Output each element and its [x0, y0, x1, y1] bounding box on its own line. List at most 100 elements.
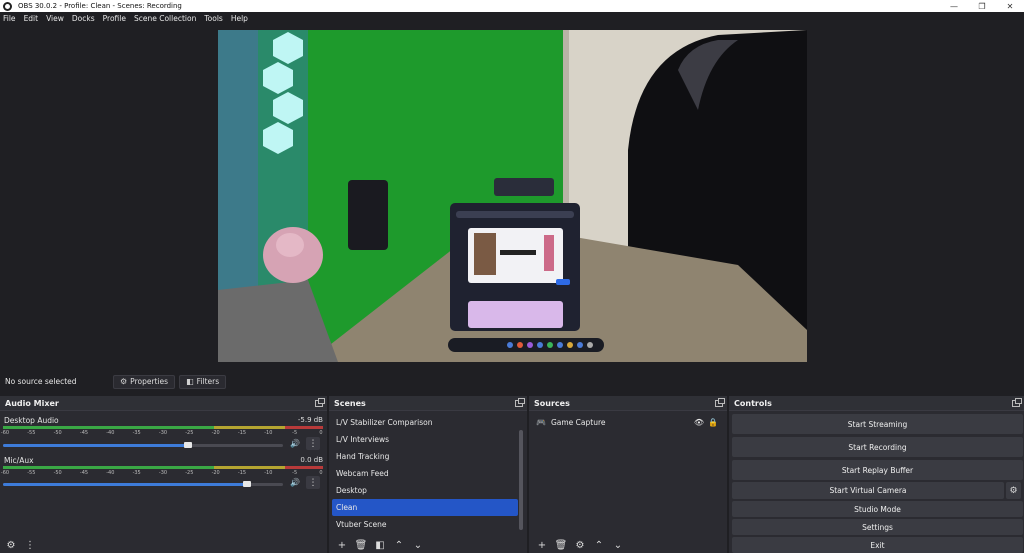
- restore-icon[interactable]: ❐: [968, 0, 996, 12]
- speaker-icon[interactable]: 🔊: [290, 478, 300, 487]
- add-scene-icon[interactable]: +: [334, 538, 350, 552]
- source-toolbar: No source selected ⚙ Properties ◧ Filter…: [0, 373, 1024, 390]
- sources-header: Sources: [529, 396, 727, 411]
- move-up-icon[interactable]: ⌃: [391, 538, 407, 552]
- filters-button[interactable]: ◧ Filters: [179, 374, 227, 389]
- db-tick-label: -50: [53, 470, 62, 476]
- scene-item[interactable]: L/V Interviews: [332, 431, 518, 448]
- mixer-channel-mic-aux: Mic/Aux 0.0 dB -60 -55 -50 -45 -40 -35 -30 -25-…: [0, 456, 326, 492]
- controls-header: Controls: [729, 396, 1024, 411]
- start-replay-buffer-button[interactable]: Start Replay Buffer: [732, 460, 1023, 480]
- source-list: 🎮 Game Capture 👁 🔒: [532, 414, 724, 431]
- scene-item[interactable]: Desktop: [332, 482, 518, 499]
- audio-mixer-title: Audio Mixer: [5, 398, 59, 408]
- exit-button[interactable]: Exit: [732, 537, 1023, 553]
- controls-dock: Controls Start Streaming Start Recording…: [729, 396, 1024, 553]
- volume-slider-handle[interactable]: [183, 442, 192, 448]
- undock-icon[interactable]: [515, 398, 525, 407]
- audio-mixer-dock: Audio Mixer Desktop Audio -5.9 dB -60 -55…: [0, 396, 327, 553]
- menu-scene-collection[interactable]: Scene Collection: [134, 14, 196, 23]
- channel-db: 0.0 dB: [300, 456, 323, 464]
- minimize-icon[interactable]: —: [940, 0, 968, 12]
- sources-title: Sources: [534, 398, 570, 408]
- db-tick-label: -30: [158, 470, 168, 476]
- menu-file[interactable]: File: [3, 14, 16, 23]
- volume-slider-fill: [3, 444, 188, 447]
- move-up-icon[interactable]: ⌃: [591, 538, 607, 552]
- volume-slider-handle[interactable]: [242, 481, 251, 487]
- source-properties-icon[interactable]: ⚙: [572, 538, 588, 552]
- title-bar: OBS 30.0.2 - Profile: Clean - Scenes: Re…: [0, 0, 1024, 12]
- preview-image: [218, 30, 807, 362]
- db-tick-label: -50: [53, 430, 62, 436]
- lock-icon[interactable]: 🔒: [708, 418, 718, 427]
- add-source-icon[interactable]: +: [534, 538, 550, 552]
- db-tick-label: -10: [264, 470, 273, 476]
- gamepad-icon: 🎮: [536, 418, 546, 427]
- scene-item[interactable]: L/V Stabilizer Comparison: [332, 414, 518, 431]
- db-tick-label: -5: [292, 470, 298, 476]
- start-streaming-button[interactable]: Start Streaming: [732, 414, 1023, 434]
- db-tick-label: -10: [264, 430, 273, 436]
- window-title: OBS 30.0.2 - Profile: Clean - Scenes: Re…: [18, 2, 182, 10]
- virtual-camera-settings-icon[interactable]: ⚙: [1006, 482, 1021, 499]
- scene-item[interactable]: Hand Tracking: [332, 448, 518, 465]
- volume-slider-fill: [3, 483, 247, 486]
- speaker-icon[interactable]: 🔊: [290, 439, 300, 448]
- remove-source-icon[interactable]: 🗑: [553, 538, 569, 552]
- undock-icon[interactable]: [1012, 398, 1022, 407]
- remove-scene-icon[interactable]: 🗑: [353, 538, 369, 552]
- db-tick-label: -5: [292, 430, 298, 436]
- kebab-menu-icon[interactable]: ⋮: [306, 476, 320, 489]
- start-virtual-camera-button[interactable]: Start Virtual Camera: [732, 482, 1004, 499]
- close-icon[interactable]: ✕: [996, 0, 1024, 12]
- db-tick-label: -45: [79, 470, 89, 476]
- studio-mode-button[interactable]: Studio Mode: [732, 501, 1023, 517]
- menu-help[interactable]: Help: [231, 14, 248, 23]
- preview-canvas[interactable]: [218, 30, 807, 362]
- menu-tools[interactable]: Tools: [204, 14, 222, 23]
- db-scale: -60 -55 -50 -45 -40 -35 -30 -25 -20 -15 -10 -5 0: [0, 470, 323, 478]
- db-tick-label: -25: [185, 430, 194, 436]
- filters-label: Filters: [196, 377, 220, 386]
- scene-filters-icon[interactable]: ◧: [372, 538, 388, 552]
- advanced-audio-icon[interactable]: ⚙: [3, 538, 19, 552]
- move-down-icon[interactable]: ⌄: [410, 538, 426, 552]
- menu-bar: File Edit View Docks Profile Scene Colle…: [0, 12, 1024, 25]
- menu-edit[interactable]: Edit: [24, 14, 39, 23]
- scene-list-scrollbar[interactable]: [519, 430, 523, 530]
- sources-footer: + 🗑 ⚙ ⌃ ⌄: [529, 537, 727, 553]
- undock-icon[interactable]: [715, 398, 725, 407]
- properties-label: Properties: [130, 377, 169, 386]
- db-tick-label: -35: [132, 470, 141, 476]
- menu-view[interactable]: View: [46, 14, 64, 23]
- scene-item[interactable]: Vtuber Scene: [332, 516, 518, 533]
- source-status: No source selected: [5, 377, 77, 386]
- kebab-menu-icon[interactable]: ⋮: [306, 437, 320, 450]
- sources-dock: Sources 🎮 Game Capture 👁 🔒 + 🗑 ⚙ ⌃ ⌄: [529, 396, 727, 553]
- db-tick-label: -20: [211, 430, 220, 436]
- db-tick-label: 0: [319, 470, 323, 476]
- db-tick-label: -60: [0, 470, 10, 476]
- scene-item[interactable]: Webcam Feed: [332, 465, 518, 482]
- start-recording-button[interactable]: Start Recording: [732, 437, 1023, 457]
- undock-icon[interactable]: [315, 398, 325, 407]
- scene-item[interactable]: Clean: [332, 499, 518, 516]
- settings-button[interactable]: Settings: [732, 519, 1023, 535]
- kebab-menu-icon[interactable]: ⋮: [22, 538, 38, 552]
- menu-profile[interactable]: Profile: [103, 14, 126, 23]
- eye-icon[interactable]: 👁: [694, 418, 704, 427]
- source-name: Game Capture: [550, 418, 606, 427]
- db-tick-label: -40: [106, 430, 115, 436]
- db-tick-label: -30: [158, 430, 168, 436]
- move-down-icon[interactable]: ⌄: [610, 538, 626, 552]
- audio-mixer-header: Audio Mixer: [0, 396, 327, 411]
- gear-icon: ⚙: [120, 377, 128, 386]
- obs-logo-icon: [3, 1, 12, 11]
- source-item[interactable]: 🎮 Game Capture 👁 🔒: [532, 414, 724, 431]
- volume-meter: [3, 426, 323, 429]
- scenes-title: Scenes: [334, 398, 366, 408]
- properties-button[interactable]: ⚙ Properties: [113, 374, 176, 389]
- db-tick-label: -35: [132, 430, 141, 436]
- menu-docks[interactable]: Docks: [72, 14, 95, 23]
